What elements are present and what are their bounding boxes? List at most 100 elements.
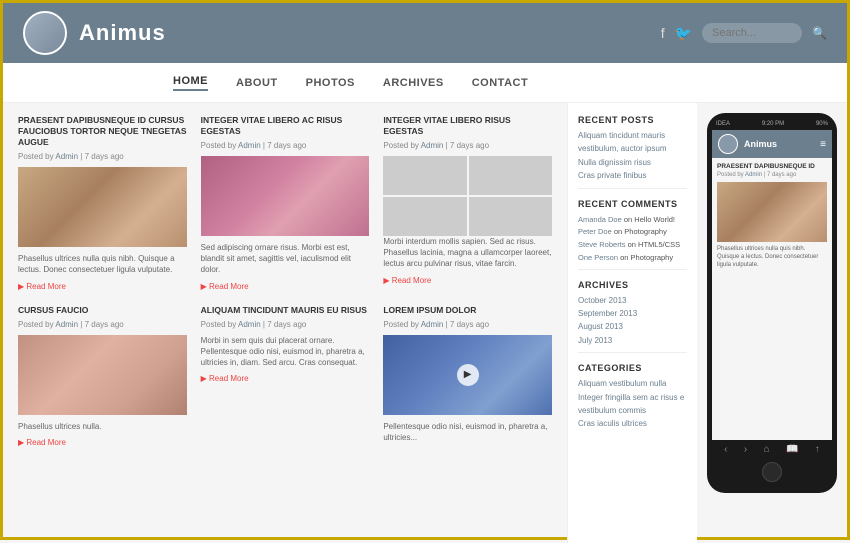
post-card-1: PRAESENT DAPIBUSNEQUE ID CURSUS FAUCIOBU… [18, 115, 187, 291]
post-card-3: INTEGER VITAE LIBERO RISUS EGESTAS Poste… [383, 115, 552, 291]
nav-contact[interactable]: CONTACT [472, 77, 528, 89]
post-6-date: 7 days ago [450, 320, 489, 329]
phone-home-icon[interactable]: ⌂ [764, 444, 770, 455]
post-5-text: Morbi in sem quis dui placerat ornare. P… [201, 335, 370, 369]
post-3-meta: Posted by Admin | 7 days ago [383, 141, 552, 150]
navigation: HOME ABOUT PHOTOS ARCHIVES CONTACT [3, 63, 847, 103]
post-card-2: INTEGER VITAE LIBERO AC RISUS EGESTAS Po… [201, 115, 370, 291]
recent-post-3[interactable]: Nulla dignissim risus [578, 158, 687, 168]
phone-header: Animus ≡ [712, 130, 832, 158]
phone-post-author[interactable]: Admin [745, 172, 762, 178]
category-3[interactable]: vestibulum commis [578, 406, 687, 416]
post-5-title: ALIQUAM TINCIDUNT MAURIS EU RISUS [201, 305, 370, 316]
comment-3-on: on HTML5/CSS [628, 240, 681, 249]
post-2-date: 7 days ago [267, 141, 306, 150]
sidebar: RECENT POSTS Aliquam tincidunt mauris ve… [567, 103, 697, 543]
post-2-read-more[interactable]: Read More [201, 282, 249, 291]
search-input[interactable] [702, 23, 802, 43]
comment-4-author[interactable]: One Person [578, 253, 618, 262]
category-1[interactable]: Aliquam vestibulum nulla [578, 379, 687, 389]
collage-img-1 [383, 156, 466, 195]
phone-time: 9:20 PM [762, 121, 784, 127]
phone-home-button[interactable] [762, 462, 782, 482]
recent-post-4[interactable]: Cras private finibus [578, 171, 687, 181]
post-6-text: Pellentesque odio nisi, euismod in, phar… [383, 421, 552, 443]
sidebar-divider-2 [578, 269, 687, 270]
post-3-meta-prefix: Posted by [383, 141, 419, 150]
phone-post-text: Phasellus ultrices nulla quis nibh. Quis… [717, 246, 827, 269]
phone-back-icon[interactable]: ‹ [724, 444, 727, 455]
nav-photos[interactable]: PHOTOS [306, 77, 355, 89]
post-6-title: LOREM IPSUM DOLOR [383, 305, 552, 316]
nav-archives[interactable]: ARCHIVES [383, 77, 444, 89]
post-6-author[interactable]: Admin [421, 320, 444, 329]
header: Animus f 🐦 🔍 [3, 3, 847, 63]
posts-row-1: PRAESENT DAPIBUSNEQUE ID CURSUS FAUCIOBU… [18, 115, 552, 291]
phone-mockup: IDEA 9:20 PM 90% Animus ≡ PRAESENT DAPIB… [707, 113, 837, 493]
comment-4-on: on Photography [620, 253, 673, 262]
phone-book-icon[interactable]: 📖 [786, 444, 798, 455]
recent-post-2[interactable]: vestibulum, auctor ipsum [578, 144, 687, 154]
phone-share-icon[interactable]: ↑ [815, 444, 820, 455]
post-1-date: 7 days ago [85, 152, 124, 161]
comment-4: One Person on Photography [578, 253, 687, 263]
phone-avatar [718, 134, 738, 154]
post-4-read-more[interactable]: Read More [18, 438, 66, 447]
post-3-date: 7 days ago [450, 141, 489, 150]
nav-home[interactable]: HOME [173, 75, 208, 91]
post-5-meta: Posted by Admin | 7 days ago [201, 320, 370, 329]
post-3-title: INTEGER VITAE LIBERO RISUS EGESTAS [383, 115, 552, 137]
archives-title: ARCHIVES [578, 280, 687, 290]
post-3-author[interactable]: Admin [421, 141, 444, 150]
post-5-author[interactable]: Admin [238, 320, 261, 329]
comment-1-on: on Hello World! [624, 215, 675, 224]
phone-meta-prefix: Posted by [717, 172, 744, 178]
post-4-title: CURSUS FAUCIO [18, 305, 187, 316]
post-5-read-more[interactable]: Read More [201, 374, 249, 383]
facebook-icon[interactable]: f [661, 25, 665, 41]
post-4-date: 7 days ago [85, 320, 124, 329]
phone-forward-icon[interactable]: › [744, 444, 747, 455]
archive-4[interactable]: July 2013 [578, 336, 687, 346]
comment-2: Peter Doe on Photography [578, 227, 687, 237]
comment-3-author[interactable]: Steve Roberts [578, 240, 626, 249]
phone-status-bar: IDEA 9:20 PM 90% [712, 121, 832, 127]
post-3-read-more[interactable]: Read More [383, 276, 431, 285]
post-card-5: ALIQUAM TINCIDUNT MAURIS EU RISUS Posted… [201, 305, 370, 448]
comment-1: Amanda Doe on Hello World! [578, 215, 687, 225]
post-4-image [18, 335, 187, 415]
header-icons: f 🐦 🔍 [661, 23, 827, 43]
twitter-icon[interactable]: 🐦 [675, 25, 692, 42]
categories-title: CATEGORIES [578, 363, 687, 373]
post-1-title: PRAESENT DAPIBUSNEQUE ID CURSUS FAUCIOBU… [18, 115, 187, 148]
post-1-author[interactable]: Admin [55, 152, 78, 161]
phone-menu-icon[interactable]: ≡ [820, 139, 826, 150]
sidebar-divider-3 [578, 352, 687, 353]
archive-3[interactable]: August 2013 [578, 322, 687, 332]
comment-2-author[interactable]: Peter Doe [578, 227, 612, 236]
post-4-meta-prefix: Posted by [18, 320, 54, 329]
collage-img-4 [469, 197, 552, 236]
search-icon[interactable]: 🔍 [812, 26, 827, 40]
post-6-meta-prefix: Posted by [383, 320, 419, 329]
post-1-read-more[interactable]: Read More [18, 282, 66, 291]
post-3-image-collage [383, 156, 552, 236]
nav-about[interactable]: ABOUT [236, 77, 278, 89]
post-3-text: Morbi interdum mollis sapien. Sed ac ris… [383, 236, 552, 270]
category-2[interactable]: Integer fringilla sem ac risus e [578, 393, 687, 403]
archive-1[interactable]: October 2013 [578, 296, 687, 306]
archive-2[interactable]: September 2013 [578, 309, 687, 319]
post-1-image [18, 167, 187, 247]
category-4[interactable]: Cras iaculis ultrices [578, 419, 687, 429]
recent-post-1[interactable]: Aliquam tincidunt mauris [578, 131, 687, 141]
comment-1-author[interactable]: Amanda Doe [578, 215, 622, 224]
post-2-author[interactable]: Admin [238, 141, 261, 150]
post-card-4: CURSUS FAUCIO Posted by Admin | 7 days a… [18, 305, 187, 448]
post-4-author[interactable]: Admin [55, 320, 78, 329]
phone-battery: 90% [816, 121, 828, 127]
phone-carrier: IDEA [716, 121, 730, 127]
post-2-text: Sed adipiscing ornare risus. Morbi est e… [201, 242, 370, 276]
phone-post-title: PRAESENT DAPIBUSNEQUE ID [717, 163, 827, 170]
main-content: PRAESENT DAPIBUSNEQUE ID CURSUS FAUCIOBU… [3, 103, 567, 543]
post-2-image [201, 156, 370, 236]
